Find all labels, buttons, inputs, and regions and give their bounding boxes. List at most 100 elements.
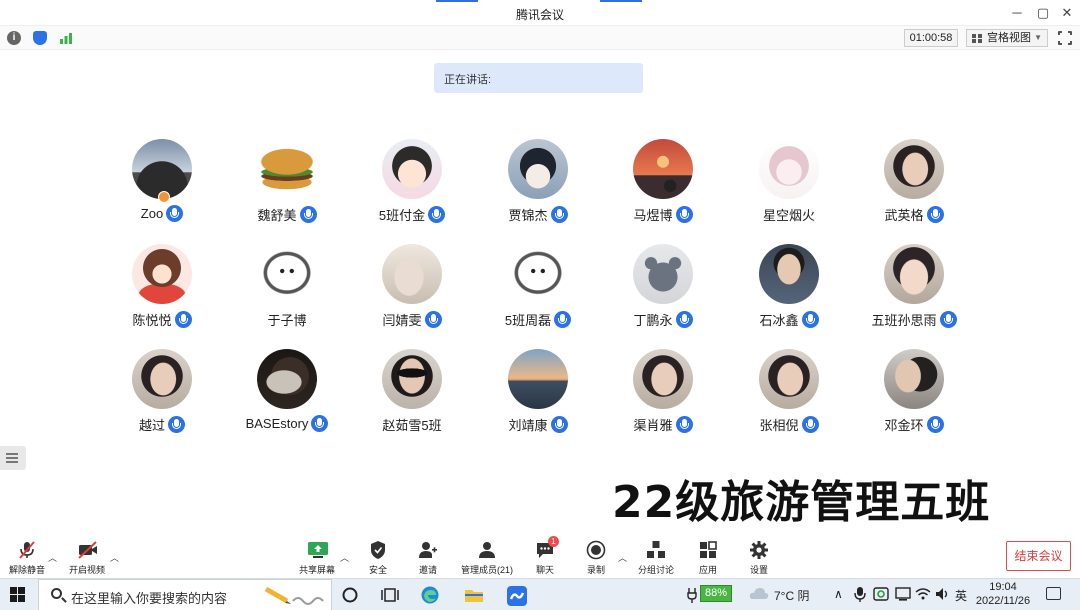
speaking-label: 正在讲话: [444,74,492,86]
ime-indicator[interactable]: 英 [955,587,967,604]
microphone-icon[interactable] [853,585,867,605]
participant-tile[interactable]: 闫婧雯 [357,244,467,340]
girl-photo-avatar [884,139,944,199]
chat-button[interactable]: 1 聊天 [518,536,572,576]
audio-options-caret[interactable]: ︿ [48,551,57,564]
participant-name-row: 闫婧雯 [357,310,467,330]
participant-name-row: 陈悦悦 [107,310,217,330]
share-screen-button[interactable]: 共享屏幕 [290,540,344,576]
wifi-icon[interactable] [915,585,931,605]
participant-tile[interactable]: 5班周磊 [483,244,593,340]
system-clock[interactable]: 19:04 2022/11/26 [968,580,1038,608]
gear-icon [749,540,769,560]
couple-photo-avatar [884,349,944,409]
tencent-meeting-app-icon[interactable] [506,585,527,606]
mic-on-icon [801,416,819,433]
participant-tile[interactable]: BASEstory [232,349,342,445]
participant-tile[interactable]: 武英格 [859,139,969,235]
participant-tile[interactable]: 越过 [107,349,217,445]
side-panel-toggle[interactable] [0,446,26,470]
sunset-sea-avatar [508,349,568,409]
record-options-caret[interactable]: ︿ [618,551,627,564]
speaking-indicator: 正在讲话: [434,63,643,93]
cortana-icon[interactable] [340,585,360,605]
participant-tile[interactable]: 邓金环 [859,349,969,445]
shield-icon[interactable] [33,31,47,45]
start-video-label: 开启视频 [68,565,105,575]
participant-name-row: 于子博 [232,310,342,330]
participant-tile[interactable]: Zoo [107,139,217,235]
view-mode-dropdown[interactable]: 宫格视图 ▼ [966,29,1048,47]
info-icon[interactable]: i [7,31,21,45]
record-button[interactable]: 录制 [569,540,623,576]
weather-text[interactable]: 7°C 阴 [774,587,809,604]
meeting-info-bar: i 01:00:58 宫格视图 ▼ [0,26,1080,50]
signal-icon[interactable] [59,31,73,45]
meeting-window: 腾讯会议 ─ ▢ ✕ i 01:00:58 宫格视图 ▼ 正在讲话: Zoo 魏舒… [0,0,1080,610]
mic-on-icon [299,206,317,223]
taskbar-search-box[interactable]: 在这里输入你要搜索的内容 [38,579,332,610]
display-icon[interactable] [895,585,911,605]
participant-tile[interactable]: 星空烟火 [734,139,844,235]
participant-tile[interactable]: 魏舒美 [232,139,342,235]
video-options-caret[interactable]: ︿ [110,551,119,564]
participant-name: 魏舒美 [257,208,297,223]
start-video-button[interactable]: 开启视频 [60,540,114,576]
participant-name-row: 邓金环 [859,415,969,435]
participant-name-row: 张相倪 [734,415,844,435]
muted-mic-icon [17,540,37,560]
burger-avatar [257,139,317,199]
anime-cat-girl-avatar [382,139,442,199]
mic-on-icon [550,416,568,433]
participant-tile[interactable]: 马煜博 [608,139,718,235]
edge-browser-icon[interactable] [420,585,440,605]
tab-indicator [600,0,642,2]
participant-name: BASEstory [245,416,309,432]
settings-button[interactable]: 设置 [732,540,786,576]
bear-avatar [633,244,693,304]
breakout-label: 分组讨论 [637,565,674,575]
task-view-icon[interactable] [380,585,400,605]
participant-tile[interactable]: 张相倪 [734,349,844,445]
apps-icon [698,540,718,560]
security-button[interactable]: 安全 [351,540,405,576]
fullscreen-icon[interactable] [1057,30,1073,46]
unmute-button[interactable]: 解除静音 [0,540,54,576]
mic-on-icon [675,206,693,223]
window-title: 腾讯会议 [515,8,564,22]
end-meeting-button[interactable]: 结束会议 [1006,541,1071,571]
participant-name: 5班付金 [378,208,426,223]
share-options-caret[interactable]: ︿ [340,551,349,564]
participant-tile[interactable]: 刘靖康 [483,349,593,445]
manage-members-button[interactable]: 管理成员(21) [456,540,518,576]
participant-tile[interactable]: 赵茹雪5班 [357,349,467,445]
close-button[interactable]: ✕ [1056,4,1078,22]
participant-tile[interactable]: 石冰鑫 [734,244,844,340]
participant-tile[interactable]: 渠肖雅 [608,349,718,445]
invite-button[interactable]: 邀请 [401,540,455,576]
participant-tile[interactable]: 五班孙思雨 [859,244,969,340]
class-title-overlay: 22级旅游管理五班 [612,477,991,528]
chevron-up-icon[interactable]: ∧ [834,587,843,601]
volume-icon[interactable] [935,585,951,605]
minimize-button[interactable]: ─ [1006,4,1028,22]
landscape-photo-avatar [132,139,192,199]
host-badge-icon [158,191,170,203]
participant-tile[interactable]: 贾锦杰 [483,139,593,235]
mic-on-icon [801,311,819,328]
windows-start-icon[interactable] [10,587,25,602]
apps-button[interactable]: 应用 [681,540,735,576]
notification-icon[interactable] [1046,587,1061,600]
battery-indicator[interactable]: 88% [700,585,732,602]
file-explorer-icon[interactable] [464,585,484,605]
chevron-down-icon: ▼ [1034,33,1042,42]
record-label: 录制 [586,565,605,575]
participant-tile[interactable]: 5班付金 [357,139,467,235]
security-center-icon[interactable] [873,585,889,605]
breakout-button[interactable]: 分组讨论 [629,540,683,576]
participant-tile[interactable]: 丁鹏永 [608,244,718,340]
participant-tile[interactable]: 于子博 [232,244,342,340]
maximize-button[interactable]: ▢ [1032,4,1054,22]
pochacco-avatar [508,244,568,304]
participant-tile[interactable]: 陈悦悦 [107,244,217,340]
